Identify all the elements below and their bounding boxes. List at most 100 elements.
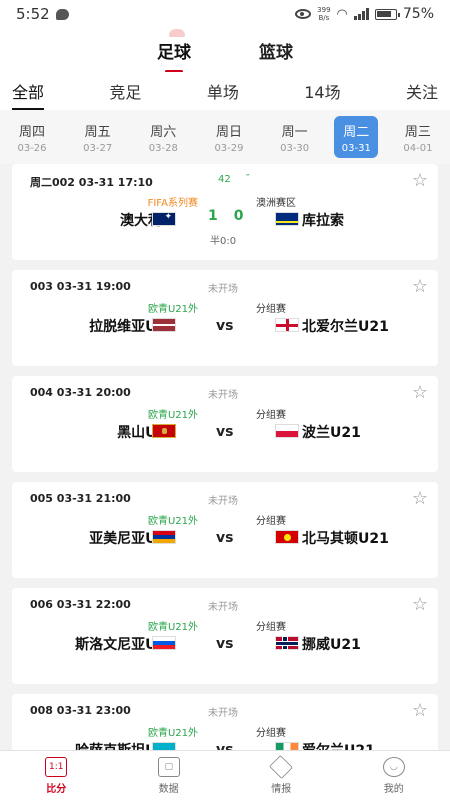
half-time-score: 半0:0 xyxy=(210,236,237,247)
favorite-star-icon[interactable]: ☆ xyxy=(412,170,428,191)
match-stage: 分组赛 xyxy=(256,410,286,421)
date-weekday: 周三 xyxy=(404,124,431,140)
sport-tabs: 足球 篮球 xyxy=(0,28,450,73)
montenegro-flag-icon xyxy=(152,424,176,438)
date-item-selected[interactable]: 周二 03-31 xyxy=(334,116,379,158)
match-score: 10 xyxy=(208,208,244,224)
versus-label: vs xyxy=(216,530,234,546)
football-decoration-icon xyxy=(169,28,185,37)
match-stage: 分组赛 xyxy=(256,304,286,315)
tab-football-label: 足球 xyxy=(157,42,191,63)
network-speed: 399 B/s xyxy=(317,6,330,22)
favorite-star-icon[interactable]: ☆ xyxy=(412,276,428,297)
norway-flag-icon xyxy=(275,636,299,650)
filter-tab-follow-label: 关注 xyxy=(405,83,438,102)
date-weekday: 周二 xyxy=(343,124,370,140)
tab-football[interactable]: 足球 xyxy=(157,28,191,73)
match-stage: 分组赛 xyxy=(256,728,286,739)
match-time: 003 03-31 19:00 xyxy=(30,280,131,293)
match-status: 未开场 xyxy=(208,708,238,719)
match-card[interactable]: 006 03-31 22:00 未开场 ☆ 欧青U21外 分组赛 斯洛文尼亚U2… xyxy=(12,588,438,684)
latvia-flag-icon xyxy=(152,318,176,332)
ireland-flag-icon xyxy=(275,742,299,750)
battery-icon xyxy=(374,8,400,20)
filter-tab-single[interactable]: 单场 xyxy=(207,79,239,103)
filter-tab-jingzu[interactable]: 竞足 xyxy=(109,79,141,103)
match-time: 006 03-31 22:00 xyxy=(30,598,131,611)
home-score: 1 xyxy=(208,208,218,224)
nav-intel-label: 情报 xyxy=(271,783,292,795)
match-stage: 澳洲赛区 xyxy=(256,198,296,209)
eye-icon xyxy=(295,9,312,19)
filter-tab-14[interactable]: 14场 xyxy=(304,79,340,103)
kazakhstan-flag-icon xyxy=(152,742,176,750)
league-name: 欧青U21外 xyxy=(147,728,198,739)
slovenia-flag-icon xyxy=(152,636,176,650)
tab-basketball-label: 篮球 xyxy=(259,42,293,63)
favorite-star-icon[interactable]: ☆ xyxy=(412,700,428,721)
date-item[interactable]: 周六 03-28 xyxy=(137,116,189,158)
curacao-flag-icon xyxy=(275,212,299,226)
favorite-star-icon[interactable]: ☆ xyxy=(412,488,428,509)
filter-tab-single-label: 单场 xyxy=(206,83,239,102)
away-team: 库拉索 xyxy=(302,213,344,229)
date-value: 03-27 xyxy=(83,142,113,154)
date-value: 04-01 xyxy=(403,142,433,154)
tab-basketball[interactable]: 篮球 xyxy=(259,38,293,63)
match-status: 未开场 xyxy=(208,284,238,295)
status-icons: 399 B/s ◠ 75% xyxy=(295,6,434,22)
match-time: 周二002 03-31 17:10 xyxy=(30,176,153,189)
date-weekday: 周五 xyxy=(84,124,111,140)
league-name: 欧青U21外 xyxy=(147,410,198,421)
nav-profile[interactable]: ◡ 我的 xyxy=(354,756,434,795)
date-value: 03-29 xyxy=(214,142,244,154)
nav-scores-label: 比分 xyxy=(46,783,67,795)
poland-flag-icon xyxy=(275,424,299,438)
clock: 5:52 xyxy=(16,5,50,23)
data-cube-icon: ▢ xyxy=(157,756,180,777)
match-stage: 分组赛 xyxy=(256,622,286,633)
north-macedonia-flag-icon xyxy=(275,530,299,544)
filter-tab-all[interactable]: 全部 xyxy=(12,79,45,110)
nav-profile-label: 我的 xyxy=(383,783,404,795)
away-team: 北爱尔兰U21 xyxy=(302,319,389,335)
date-weekday: 周六 xyxy=(150,124,177,140)
intel-diamond-icon xyxy=(269,754,294,779)
cellular-signal-icon xyxy=(353,8,369,20)
match-list: 周二002 03-31 17:10 42 ″ ☆ FIFA系列赛 澳洲赛区 澳大… xyxy=(0,164,450,750)
match-time: 005 03-31 21:00 xyxy=(30,492,131,505)
nav-scores[interactable]: 1:1 比分 xyxy=(16,756,96,795)
date-item[interactable]: 周日 03-29 xyxy=(203,116,255,158)
match-card[interactable]: 005 03-31 21:00 未开场 ☆ 欧青U21外 分组赛 亚美尼亚U21… xyxy=(12,482,438,578)
date-item[interactable]: 周五 03-27 xyxy=(72,116,124,158)
profile-icon: ◡ xyxy=(382,756,405,777)
nav-data[interactable]: ▢ 数据 xyxy=(129,756,209,795)
nav-intel[interactable]: 情报 xyxy=(241,754,321,795)
live-indicator-icon: ″ xyxy=(246,173,250,184)
match-card[interactable]: 008 03-31 23:00 未开场 ☆ 欧青U21外 分组赛 哈萨克斯坦U2… xyxy=(12,694,438,750)
scoreboard-icon: 1:1 xyxy=(45,756,68,777)
filter-tab-follow[interactable]: 关注 xyxy=(406,79,438,103)
match-card[interactable]: 003 03-31 19:00 未开场 ☆ 欧青U21外 分组赛 拉脱维亚U21… xyxy=(12,270,438,366)
date-weekday: 周四 xyxy=(18,124,45,140)
date-value: 03-28 xyxy=(148,142,178,154)
match-stage: 分组赛 xyxy=(256,516,286,527)
date-value: 03-26 xyxy=(17,142,47,154)
favorite-star-icon[interactable]: ☆ xyxy=(412,594,428,615)
bottom-navigation: 1:1 比分 ▢ 数据 情报 ◡ 我的 xyxy=(0,750,450,800)
date-item[interactable]: 周三 04-01 xyxy=(392,116,444,158)
match-minute: 42 xyxy=(218,174,231,185)
date-selector: 周四 03-26 周五 03-27 周六 03-28 周日 03-29 周一 0… xyxy=(0,110,450,164)
versus-label: vs xyxy=(216,424,234,440)
date-item[interactable]: 周一 03-30 xyxy=(269,116,321,158)
match-card[interactable]: 004 03-31 20:00 未开场 ☆ 欧青U21外 分组赛 黑山U21 v… xyxy=(12,376,438,472)
battery-percent: 75% xyxy=(402,6,434,22)
match-card[interactable]: 周二002 03-31 17:10 42 ″ ☆ FIFA系列赛 澳洲赛区 澳大… xyxy=(12,164,438,260)
filter-tab-14-label: 14场 xyxy=(304,83,341,102)
away-score: 0 xyxy=(233,208,244,224)
match-time: 004 03-31 20:00 xyxy=(30,386,131,399)
date-item[interactable]: 周四 03-26 xyxy=(6,116,58,158)
network-speed-value: 399 xyxy=(317,6,331,14)
date-weekday: 周日 xyxy=(215,124,242,140)
favorite-star-icon[interactable]: ☆ xyxy=(412,382,428,403)
